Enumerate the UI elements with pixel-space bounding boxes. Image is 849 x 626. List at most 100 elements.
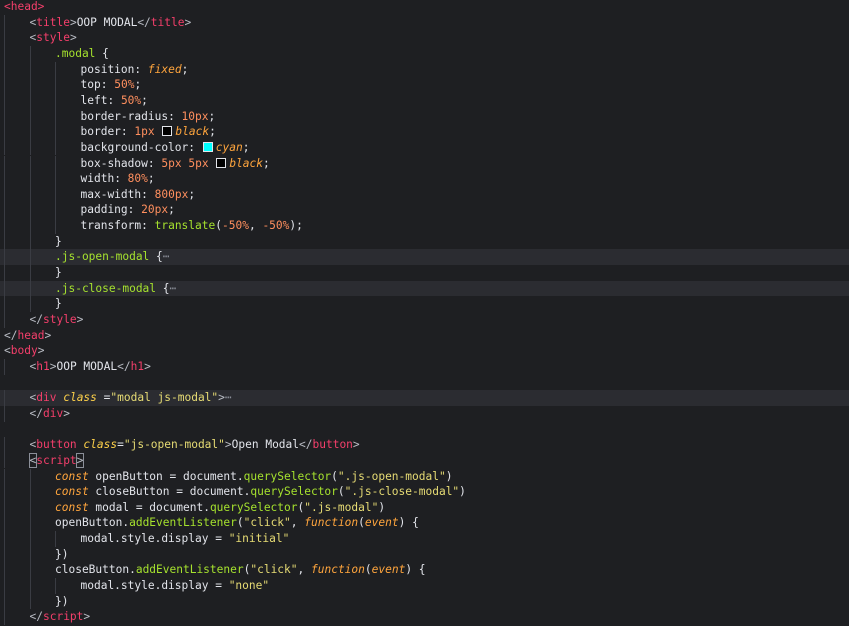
code-line[interactable]: <button class="js-open-modal">Open Modal… (0, 437, 849, 453)
code-line[interactable]: } (0, 265, 849, 281)
code-token: cyan (215, 140, 243, 154)
code-token: "js-open-modal" (123, 438, 225, 452)
indent-guide (4, 437, 5, 453)
code-line[interactable]: closeButton.addEventListener ("click", fu… (0, 562, 849, 579)
code-editor[interactable]: <head> <title>OOP MODAL</title> <style> .mo… (0, 0, 849, 626)
code-line[interactable]: const closeButton = document.querySelect… (0, 484, 849, 500)
code-token: ; (263, 156, 270, 170)
color-swatch-icon[interactable] (162, 126, 173, 137)
indent-guide (55, 92, 56, 109)
code-line[interactable]: position: fixed; (0, 61, 849, 78)
code-line[interactable]: <head> (0, 0, 849, 15)
code-line[interactable]: width: 80%; (0, 171, 849, 187)
code-line[interactable]: box-shadow: 5px 5px black; (0, 155, 849, 172)
code-line-content: left: 50%; (81, 93, 148, 109)
code-line[interactable]: <h1>OOP MODAL</h1> (0, 358, 849, 375)
code-line-content: max-width: 800px; (81, 187, 196, 203)
indent-guide (29, 45, 31, 62)
code-line[interactable]: const modal = document.querySelector(".j… (0, 499, 849, 516)
code-token: ( (364, 563, 372, 577)
code-line[interactable]: top: 50%; (0, 77, 849, 93)
indent-guide (4, 593, 5, 610)
indent-guide (4, 452, 5, 469)
indent-guide (4, 77, 5, 93)
code-token: modal.style.display = (80, 532, 229, 546)
code-line[interactable]: modal.style.display = "initial" (0, 531, 849, 547)
code-line[interactable]: const openButton = document.querySelecto… (0, 468, 849, 485)
code-line[interactable]: } (0, 233, 849, 250)
code-token: openButton. (55, 516, 130, 530)
indent-guide (29, 515, 31, 532)
code-line[interactable]: <body> (0, 343, 849, 359)
indent-guide (29, 265, 31, 281)
code-token: event (371, 563, 406, 577)
indent-guide (29, 218, 31, 234)
code-line[interactable]: .modal { (0, 45, 849, 62)
code-line[interactable]: modal.style.display = "none" (0, 578, 849, 594)
code-token: ( (215, 219, 222, 233)
code-token: ".js-close-modal" (344, 485, 460, 499)
code-line-content: background-color: cyan; (81, 140, 250, 156)
code-token: function (311, 563, 365, 577)
code-line[interactable]: }) (0, 546, 849, 563)
fold-ellipsis-icon[interactable]: ⋯ (163, 250, 170, 263)
code-line[interactable]: padding: 20px; (0, 202, 849, 219)
indent-guide (29, 578, 31, 594)
code-token: } (55, 266, 62, 280)
code-line[interactable]: }) (0, 593, 849, 610)
code-line[interactable]: .js-close-modal {⋯ (0, 280, 849, 297)
code-line-content: const openButton = document.querySelecto… (55, 469, 452, 485)
code-line[interactable]: left: 50%; (0, 92, 849, 109)
code-token: transform (80, 219, 142, 233)
code-line[interactable]: <script> (0, 452, 849, 469)
indent-guide (29, 280, 31, 297)
code-token: > (69, 31, 77, 45)
code-token: > (218, 391, 225, 405)
color-swatch-icon[interactable] (216, 157, 227, 168)
fold-ellipsis-icon[interactable]: ⋯ (225, 391, 232, 404)
code-line[interactable]: background-color: cyan; (0, 139, 849, 156)
code-line-content: <button class="js-open-modal">Open Modal… (30, 437, 360, 453)
code-line[interactable]: } (0, 296, 849, 312)
code-token: } (55, 234, 62, 248)
code-line[interactable]: border-radius: 10px; (0, 108, 849, 125)
code-line[interactable]: .js-open-modal {⋯ (0, 249, 849, 266)
code-token: 80 (127, 172, 142, 186)
code-token: ) (459, 485, 466, 499)
color-swatch-icon[interactable] (202, 141, 213, 152)
code-line[interactable]: <style> (0, 30, 849, 46)
code-token: > (44, 328, 52, 342)
code-line[interactable]: </script> (0, 609, 849, 625)
code-line[interactable]: <title>OOP MODAL</title> (0, 14, 849, 31)
code-token: px (168, 156, 182, 170)
indent-guide (4, 484, 5, 500)
code-token: , (290, 516, 305, 530)
indent-guide (4, 92, 5, 109)
code-token: > (83, 610, 91, 624)
code-token: ( (337, 485, 345, 499)
indent-guide (4, 296, 5, 312)
code-line[interactable] (0, 422, 849, 438)
code-line[interactable]: transform: translate(-50%, -50%); (0, 218, 849, 234)
code-line[interactable]: </style> (0, 312, 849, 328)
indent-guide (29, 61, 31, 78)
code-line[interactable]: border: 1px black; (0, 124, 849, 140)
code-token: "modal js-modal" (110, 391, 219, 405)
indent-guide (29, 531, 31, 547)
code-line[interactable]: </div> (0, 405, 849, 422)
code-token: </ (117, 359, 131, 373)
code-line[interactable] (0, 375, 849, 391)
code-token: top (80, 78, 101, 92)
code-line-content: modal.style.display = "none" (81, 578, 270, 594)
code-line[interactable]: <div class ="modal js-modal">⋯ (0, 390, 849, 406)
code-token: </ (299, 438, 313, 452)
code-line[interactable]: </head> (0, 328, 849, 344)
indent-guide (4, 562, 5, 579)
code-line[interactable]: max-width: 800px; (0, 186, 849, 203)
fold-ellipsis-icon[interactable]: ⋯ (170, 282, 177, 295)
code-line-content: } (55, 234, 62, 250)
code-token: < (4, 344, 11, 358)
code-token: padding (80, 203, 128, 217)
code-line[interactable]: openButton.addEventListener("click", fun… (0, 515, 849, 532)
indent-guide (4, 546, 5, 563)
